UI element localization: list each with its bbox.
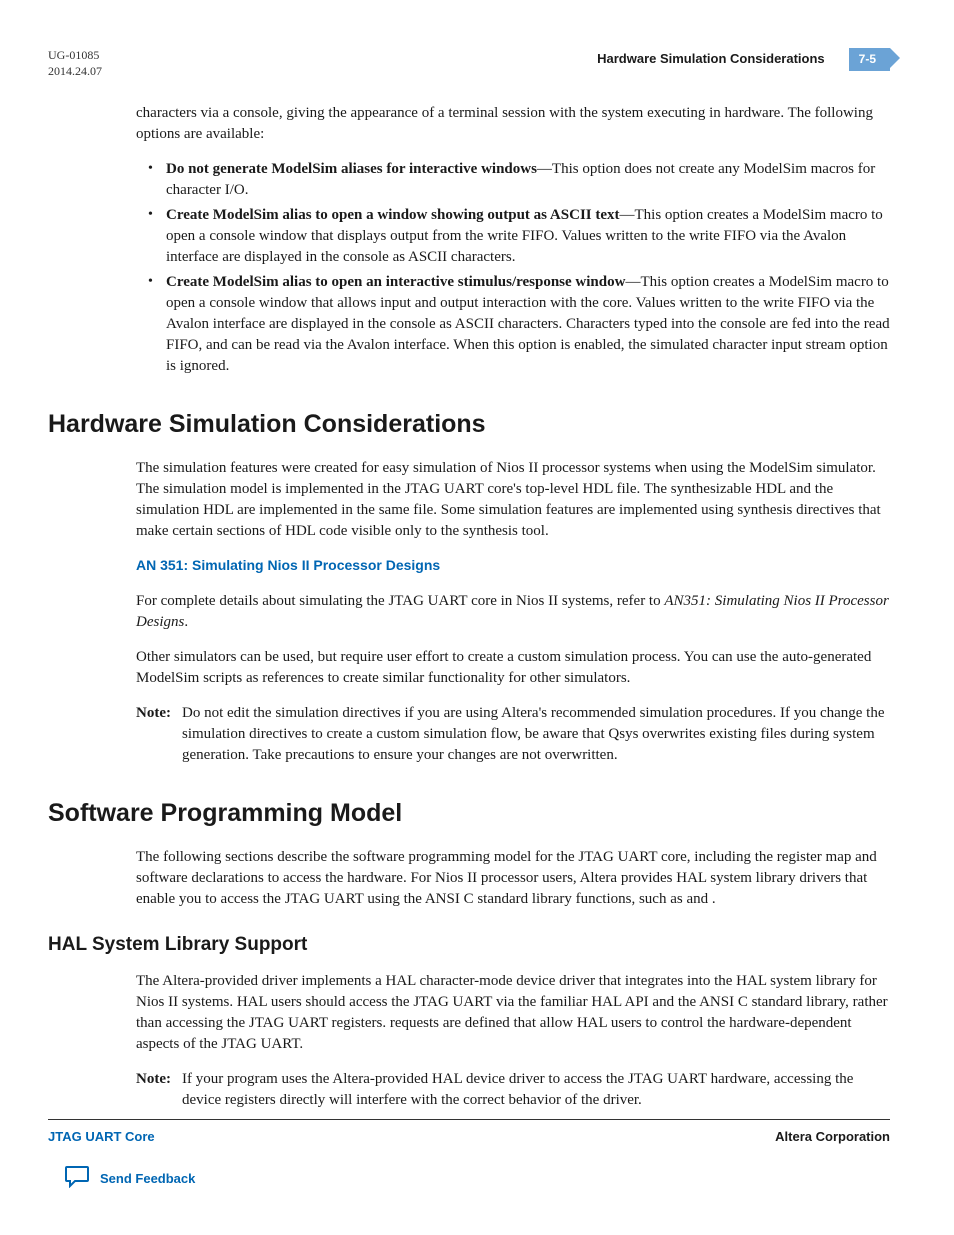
note-text: Do not edit the simulation directives if… <box>182 703 890 766</box>
body-paragraph: The Altera-provided driver implements a … <box>136 971 890 1055</box>
list-item: Create ModelSim alias to open an interac… <box>154 272 890 377</box>
body-paragraph: The simulation features were created for… <box>136 458 890 542</box>
page-header: UG-01085 2014.24.07 Hardware Simulation … <box>48 48 890 79</box>
header-section-title: Hardware Simulation Considerations <box>597 50 849 68</box>
body-paragraph: Other simulators can be used, but requir… <box>136 647 890 689</box>
note-block: Note: Do not edit the simulation directi… <box>136 703 890 766</box>
list-item-bold: Create ModelSim alias to open a window s… <box>166 207 620 223</box>
note-block: Note: If your program uses the Altera-pr… <box>136 1069 890 1111</box>
section-1-content: The simulation features were created for… <box>48 458 890 766</box>
footer-divider <box>48 1119 890 1120</box>
list-item: Create ModelSim alias to open a window s… <box>154 205 890 268</box>
doc-date: 2014.24.07 <box>48 64 102 80</box>
note-label: Note: <box>136 703 182 766</box>
intro-content: characters via a console, giving the app… <box>48 103 890 377</box>
footer-row: JTAG UART Core Altera Corporation <box>48 1128 890 1146</box>
an351-link[interactable]: AN 351: Simulating Nios II Processor Des… <box>136 557 440 573</box>
options-list: Do not generate ModelSim aliases for int… <box>136 159 890 377</box>
body-paragraph: The following sections describe the soft… <box>136 847 890 910</box>
page-number-tab: 7-5 <box>849 48 890 71</box>
reference-link-line: AN 351: Simulating Nios II Processor Des… <box>136 556 890 577</box>
section-heading-hardware-sim: Hardware Simulation Considerations <box>48 407 890 442</box>
subsection-content: The Altera-provided driver implements a … <box>48 971 890 1111</box>
feedback-link[interactable]: Send Feedback <box>64 1164 890 1195</box>
footer-chapter-title: JTAG UART Core <box>48 1128 155 1146</box>
list-item-bold: Do not generate ModelSim aliases for int… <box>166 161 537 177</box>
page-footer: JTAG UART Core Altera Corporation Send F… <box>48 1119 890 1195</box>
note-label: Note: <box>136 1069 182 1111</box>
list-item: Do not generate ModelSim aliases for int… <box>154 159 890 201</box>
section-heading-software: Software Programming Model <box>48 796 890 831</box>
header-right: Hardware Simulation Considerations 7-5 <box>597 48 890 71</box>
feedback-label: Send Feedback <box>100 1170 195 1188</box>
note-text: If your program uses the Altera-provided… <box>182 1069 890 1111</box>
footer-company: Altera Corporation <box>775 1128 890 1146</box>
doc-id: UG-01085 <box>48 48 102 64</box>
subsection-heading-hal: HAL System Library Support <box>48 932 890 959</box>
speech-bubble-icon <box>64 1164 90 1195</box>
body-paragraph: For complete details about simulating th… <box>136 591 890 633</box>
list-item-bold: Create ModelSim alias to open an interac… <box>166 274 625 290</box>
section-2-content: The following sections describe the soft… <box>48 847 890 910</box>
intro-paragraph: characters via a console, giving the app… <box>136 103 890 145</box>
header-doc-info: UG-01085 2014.24.07 <box>48 48 102 79</box>
